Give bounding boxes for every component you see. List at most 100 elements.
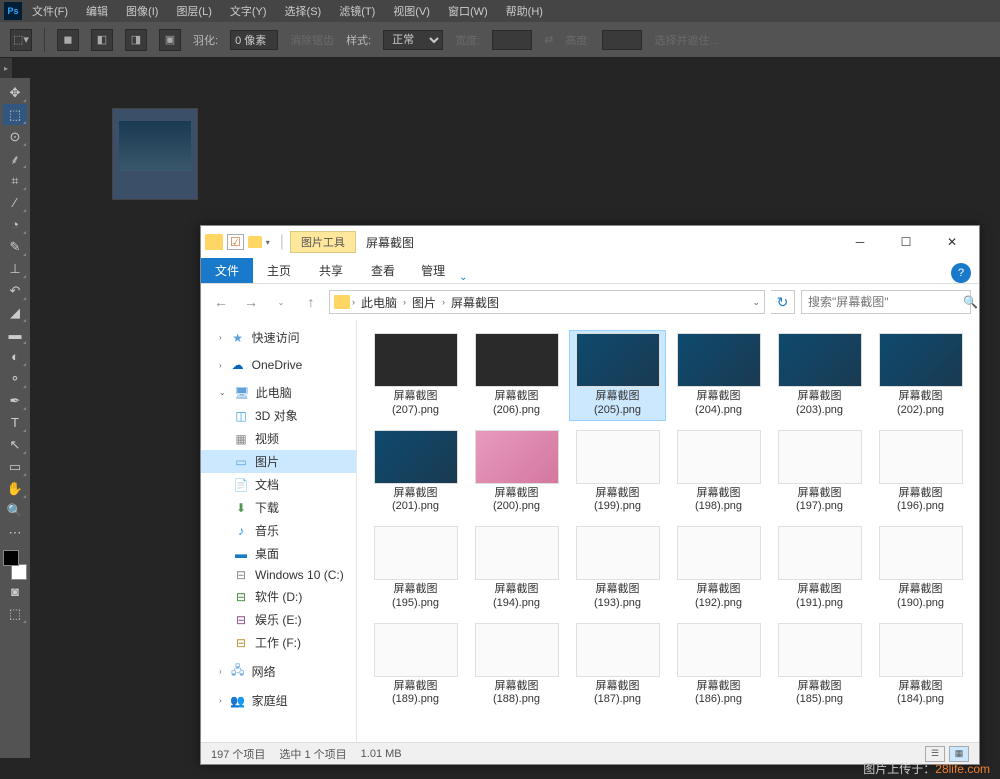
pen-tool[interactable]: ✒: [3, 390, 27, 411]
file-item[interactable]: 屏幕截图(190).png: [872, 523, 969, 614]
rectangle-tool[interactable]: ▭: [3, 456, 27, 477]
close-button[interactable]: ✕: [929, 227, 975, 257]
menu-select[interactable]: 选择(S): [277, 1, 330, 21]
nav-quick-access[interactable]: ›★快速访问: [201, 326, 356, 349]
menu-layer[interactable]: 图层(L): [168, 1, 219, 21]
eraser-tool[interactable]: ◢: [3, 302, 27, 323]
file-item[interactable]: 屏幕截图(188).png: [468, 620, 565, 711]
up-button[interactable]: ↑: [299, 290, 323, 314]
file-item[interactable]: 屏幕截图(189).png: [367, 620, 464, 711]
marquee-tool[interactable]: ⬚: [3, 104, 27, 125]
back-button[interactable]: ←: [209, 290, 233, 314]
menu-view[interactable]: 视图(V): [385, 1, 438, 21]
lasso-tool[interactable]: ⊙: [3, 126, 27, 147]
menu-help[interactable]: 帮助(H): [498, 1, 551, 21]
file-item[interactable]: 屏幕截图(203).png: [771, 330, 868, 421]
tab-manage[interactable]: 管理: [407, 258, 459, 283]
nav-3d-objects[interactable]: ◫3D 对象: [201, 404, 356, 427]
fg-color[interactable]: [3, 550, 19, 566]
add-selection-icon[interactable]: ◧: [91, 29, 113, 51]
zoom-tool[interactable]: 🔍: [3, 500, 27, 521]
address-bar[interactable]: › 此电脑 › 图片 › 屏幕截图 ⌄: [329, 290, 765, 314]
color-swatch[interactable]: [3, 550, 27, 580]
file-item[interactable]: 屏幕截图(185).png: [771, 620, 868, 711]
heal-tool[interactable]: ◔: [3, 214, 27, 235]
breadcrumb-pc[interactable]: 此电脑: [357, 294, 401, 311]
address-dropdown-icon[interactable]: ⌄: [752, 297, 760, 308]
tab-file[interactable]: 文件: [201, 258, 253, 283]
nav-drive-c[interactable]: ⊟Windows 10 (C:): [201, 565, 356, 585]
file-item[interactable]: 屏幕截图(201).png: [367, 427, 464, 518]
file-item[interactable]: 屏幕截图(200).png: [468, 427, 565, 518]
picture-tools-tab[interactable]: 图片工具: [290, 231, 356, 253]
file-item[interactable]: 屏幕截图(199).png: [569, 427, 666, 518]
checkbox-icon[interactable]: ☑: [227, 234, 244, 250]
tab-view[interactable]: 查看: [357, 258, 409, 283]
tab-home[interactable]: 主页: [253, 258, 305, 283]
nav-documents[interactable]: 📄文档: [201, 473, 356, 496]
menu-image[interactable]: 图像(I): [118, 1, 166, 21]
nav-homegroup[interactable]: ›👥家庭组: [201, 689, 356, 712]
menu-edit[interactable]: 编辑: [78, 1, 116, 21]
file-item[interactable]: 屏幕截图(197).png: [771, 427, 868, 518]
refresh-button[interactable]: ↻: [771, 290, 795, 314]
chevron-icon[interactable]: ›: [442, 297, 445, 307]
search-icon[interactable]: 🔍: [963, 295, 978, 309]
search-box[interactable]: 🔍: [801, 290, 971, 314]
blur-tool[interactable]: ◐: [3, 346, 27, 367]
intersect-selection-icon[interactable]: ▣: [159, 29, 181, 51]
dodge-tool[interactable]: ⚬: [3, 368, 27, 389]
more-tools[interactable]: ⋯: [3, 522, 27, 543]
file-item[interactable]: 屏幕截图(204).png: [670, 330, 767, 421]
file-item[interactable]: 屏幕截图(196).png: [872, 427, 969, 518]
tab-share[interactable]: 共享: [305, 258, 357, 283]
nav-onedrive[interactable]: ›☁OneDrive: [201, 355, 356, 375]
file-item[interactable]: 屏幕截图(187).png: [569, 620, 666, 711]
nav-downloads[interactable]: ⬇下载: [201, 496, 356, 519]
subtract-selection-icon[interactable]: ◨: [125, 29, 147, 51]
nav-network[interactable]: ›🖧网络: [201, 660, 356, 683]
nav-music[interactable]: ♪音乐: [201, 519, 356, 542]
eyedropper-tool[interactable]: ⁄: [3, 192, 27, 213]
style-select[interactable]: 正常: [383, 30, 443, 50]
history-dropdown-icon[interactable]: ⌄: [269, 290, 293, 314]
search-input[interactable]: [808, 295, 963, 309]
nav-drive-e[interactable]: ⊟娱乐 (E:): [201, 608, 356, 631]
breadcrumb-pictures[interactable]: 图片: [408, 294, 440, 311]
forward-button[interactable]: →: [239, 290, 263, 314]
nav-pictures[interactable]: ▭图片: [201, 450, 356, 473]
nav-desktop[interactable]: ▬桌面: [201, 542, 356, 565]
nav-drive-d[interactable]: ⊟软件 (D:): [201, 585, 356, 608]
stamp-tool[interactable]: ⊥: [3, 258, 27, 279]
file-item[interactable]: 屏幕截图(186).png: [670, 620, 767, 711]
quick-select-tool[interactable]: ⸙: [3, 148, 27, 169]
explorer-titlebar[interactable]: ☑ ▾ | 图片工具 屏幕截图 ─ ☐ ✕: [201, 226, 979, 258]
type-tool[interactable]: T: [3, 412, 27, 433]
file-item[interactable]: 屏幕截图(195).png: [367, 523, 464, 614]
menu-type[interactable]: 文字(Y): [222, 1, 275, 21]
nav-drive-f[interactable]: ⊟工作 (F:): [201, 631, 356, 654]
chevron-icon[interactable]: ›: [352, 297, 355, 307]
file-grid[interactable]: 屏幕截图(207).png屏幕截图(206).png屏幕截图(205).png屏…: [357, 320, 979, 742]
file-item[interactable]: 屏幕截图(191).png: [771, 523, 868, 614]
open-document[interactable]: [112, 108, 198, 200]
bg-color[interactable]: [11, 564, 27, 580]
hand-tool[interactable]: ✋: [3, 478, 27, 499]
move-tool[interactable]: ✥: [3, 82, 27, 103]
file-item[interactable]: 屏幕截图(207).png: [367, 330, 464, 421]
help-icon[interactable]: ?: [951, 263, 971, 283]
nav-this-pc[interactable]: ⌄🖥此电脑: [201, 381, 356, 404]
file-item[interactable]: 屏幕截图(192).png: [670, 523, 767, 614]
file-item[interactable]: 屏幕截图(202).png: [872, 330, 969, 421]
menu-filter[interactable]: 滤镜(T): [331, 1, 383, 21]
path-select-tool[interactable]: ↖: [3, 434, 27, 455]
history-brush-tool[interactable]: ↶: [3, 280, 27, 301]
breadcrumb-screenshots[interactable]: 屏幕截图: [447, 294, 503, 311]
nav-videos[interactable]: ▦视频: [201, 427, 356, 450]
chevron-icon[interactable]: ›: [403, 297, 406, 307]
quick-mask-icon[interactable]: ◙: [3, 581, 27, 602]
dropdown-icon[interactable]: ▾: [266, 238, 270, 247]
panel-toggle-icon[interactable]: ▸: [0, 58, 12, 78]
menu-window[interactable]: 窗口(W): [440, 1, 496, 21]
file-item[interactable]: 屏幕截图(194).png: [468, 523, 565, 614]
